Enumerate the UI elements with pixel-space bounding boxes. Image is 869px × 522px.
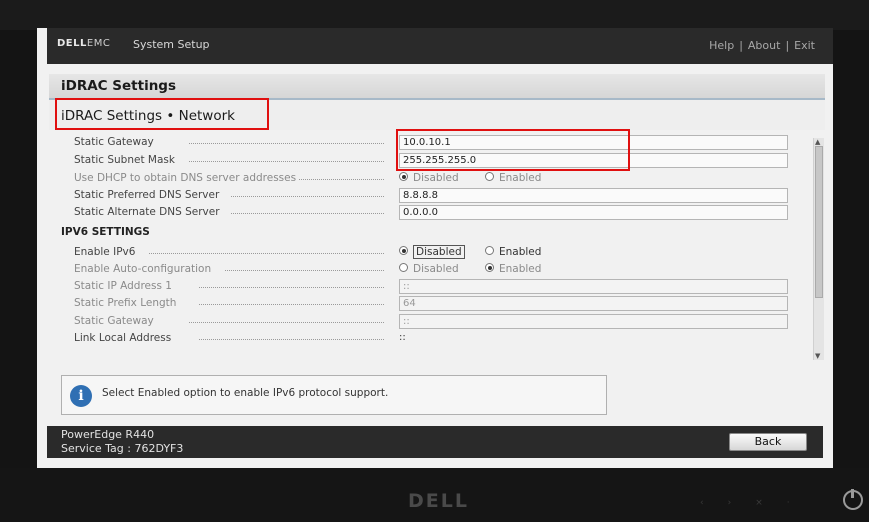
bios-screen: DELLEMC System Setup Help | About | Exit iDR… (37, 28, 833, 468)
row-dhcp-dns: Use DHCP to obtain DNS server addresses … (49, 170, 813, 187)
dhcp-dns-enabled-radio[interactable]: Enabled (485, 172, 541, 184)
link-local-value: :: (399, 332, 406, 343)
top-links: Help | About | Exit (709, 39, 815, 52)
radio-selected-icon (399, 172, 408, 181)
scroll-up-icon[interactable]: ▲ (815, 138, 820, 146)
page-header: iDRAC Settings (49, 74, 825, 100)
row-alternate-dns: Static Alternate DNS Server 0.0.0.0 (49, 204, 813, 221)
dhcp-dns-disabled-radio[interactable]: Disabled (399, 172, 459, 184)
ipv6-section-title: IPV6 SETTINGS (61, 226, 150, 238)
row-link-local: Link Local Address :: (49, 330, 813, 347)
dhcp-dns-label: Use DHCP to obtain DNS server addresses (74, 172, 297, 184)
highlight-box-section-title (55, 98, 269, 130)
static-gateway-label: Static Gateway (74, 136, 154, 148)
auto-config-enabled-radio[interactable]: Enabled (485, 263, 541, 275)
auto-config-label: Enable Auto-configuration (74, 263, 212, 275)
radio-selected-icon (399, 246, 408, 255)
leader-dots (189, 322, 384, 323)
service-tag: Service Tag : 762DYF3 (61, 442, 184, 455)
row-enable-ipv6: Enable IPv6 Disabled Enabled (49, 244, 813, 261)
row-static-ip: Static IP Address 1 :: (49, 278, 813, 295)
about-link[interactable]: About (748, 39, 781, 52)
bottom-bar: PowerEdge R440 Service Tag : 762DYF3 Bac… (47, 426, 823, 458)
enable-ipv6-disabled-radio[interactable]: Disabled (399, 245, 465, 259)
static-ip-input[interactable]: :: (399, 279, 788, 294)
enable-ipv6-enabled-radio[interactable]: Enabled (485, 246, 541, 258)
row-auto-config: Enable Auto-configuration Disabled Enabl… (49, 261, 813, 278)
row-preferred-dns: Static Preferred DNS Server 8.8.8.8 (49, 187, 813, 204)
preferred-dns-input[interactable]: 8.8.8.8 (399, 188, 788, 203)
ipv6-gateway-input[interactable]: :: (399, 314, 788, 329)
row-prefix-length: Static Prefix Length 64 (49, 295, 813, 312)
prefix-length-label: Static Prefix Length (74, 297, 177, 309)
leader-dots (189, 161, 384, 162)
prefix-length-input[interactable]: 64 (399, 296, 788, 311)
highlight-box-gateway-mask (396, 129, 630, 171)
server-model: PowerEdge R440 (61, 428, 155, 441)
power-icon[interactable] (843, 489, 863, 510)
link-local-label: Link Local Address (74, 332, 172, 344)
static-ip-label: Static IP Address 1 (74, 280, 172, 292)
top-bar: DELLEMC System Setup Help | About | Exit (47, 28, 833, 64)
leader-dots (299, 179, 384, 180)
help-text: Select Enabled option to enable IPv6 pro… (102, 387, 389, 399)
alternate-dns-label: Static Alternate DNS Server (74, 206, 220, 218)
leader-dots (189, 143, 384, 144)
static-subnet-mask-label: Static Subnet Mask (74, 154, 175, 166)
monitor-brand-logo: DELL (408, 490, 469, 512)
leader-dots (225, 270, 384, 271)
exit-link[interactable]: Exit (794, 39, 815, 52)
dell-emc-logo: DELLEMC (57, 38, 111, 49)
info-icon: i (70, 385, 92, 407)
row-ipv6-gateway: Static Gateway :: (49, 313, 813, 330)
radio-unselected-icon (485, 246, 494, 255)
page-title: iDRAC Settings (61, 78, 177, 94)
scrollbar-thumb[interactable] (815, 146, 823, 298)
ipv6-gateway-label: Static Gateway (74, 315, 154, 327)
radio-unselected-icon (485, 172, 494, 181)
preferred-dns-label: Static Preferred DNS Server (74, 189, 220, 201)
help-info-box: i Select Enabled option to enable IPv6 p… (61, 375, 607, 415)
back-button[interactable]: Back (729, 433, 807, 451)
leader-dots (199, 339, 384, 340)
leader-dots (231, 213, 384, 214)
auto-config-disabled-radio[interactable]: Disabled (399, 263, 459, 275)
leader-dots (199, 304, 384, 305)
leader-dots (231, 196, 384, 197)
scroll-down-icon[interactable]: ▼ (815, 352, 820, 360)
radio-unselected-icon (399, 263, 408, 272)
monitor-bezel-top (0, 0, 869, 30)
leader-dots (199, 287, 384, 288)
help-link[interactable]: Help (709, 39, 734, 52)
alternate-dns-input[interactable]: 0.0.0.0 (399, 205, 788, 220)
radio-selected-icon (485, 263, 494, 272)
monitor-buttons[interactable]: ‹›×· (700, 498, 814, 508)
enable-ipv6-label: Enable IPv6 (74, 246, 136, 258)
app-title: System Setup (133, 38, 210, 51)
leader-dots (149, 253, 384, 254)
